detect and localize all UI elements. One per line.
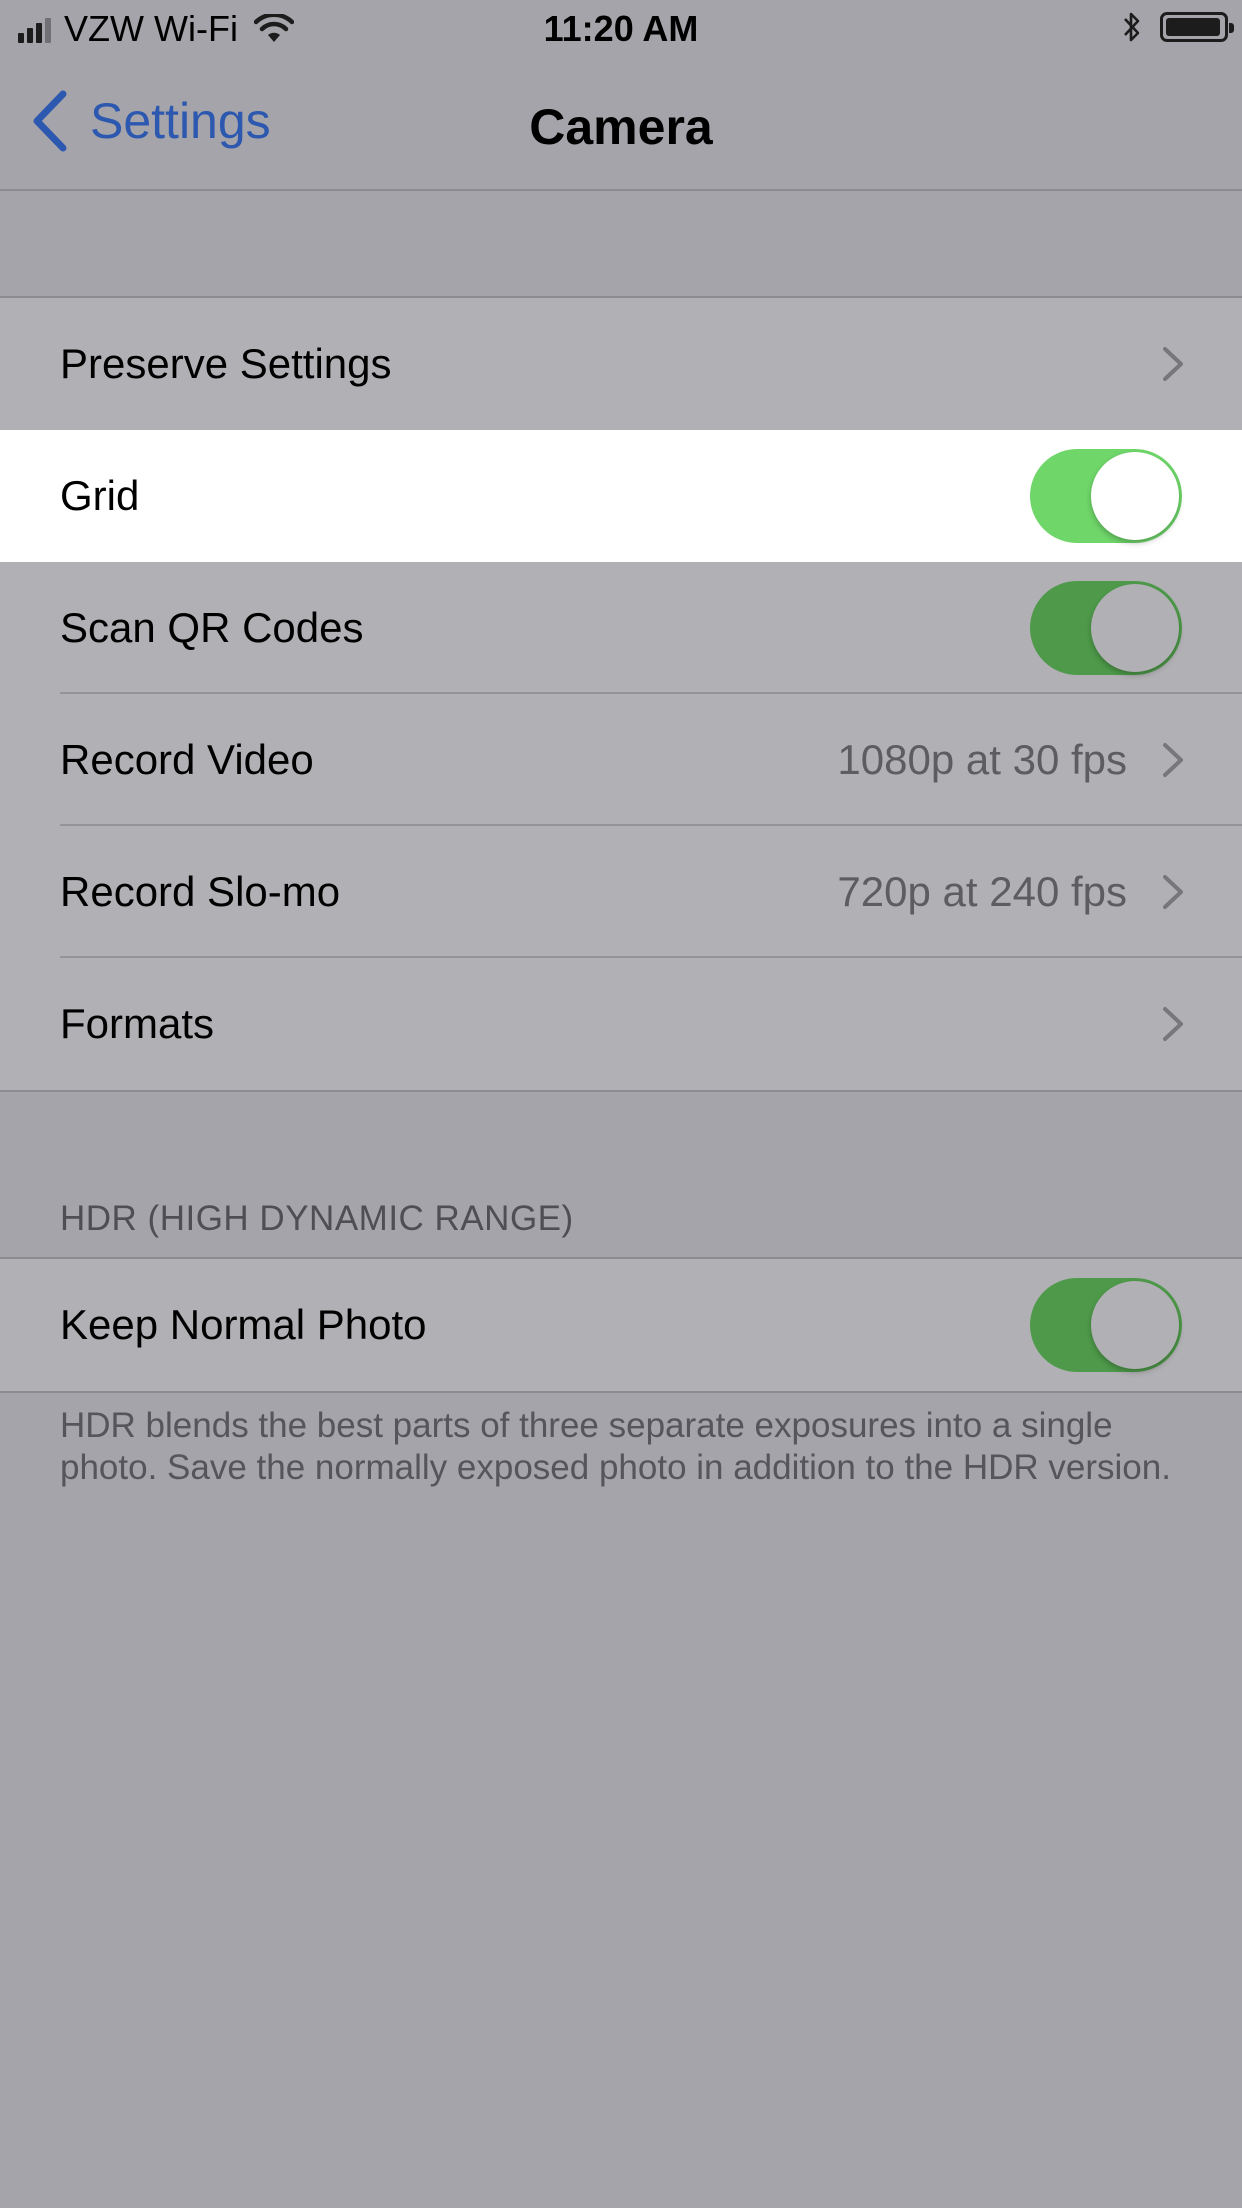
grid-row[interactable]: Grid xyxy=(0,430,1242,562)
chevron-right-icon xyxy=(1163,1007,1183,1041)
record-slo-mo-row[interactable]: Record Slo-mo 720p at 240 fps xyxy=(0,826,1242,958)
row-label: Keep Normal Photo xyxy=(60,1301,427,1348)
status-time: 11:20 AM xyxy=(543,8,699,49)
formats-row[interactable]: Formats xyxy=(0,958,1242,1090)
preserve-settings-row[interactable]: Preserve Settings xyxy=(0,298,1242,430)
row-label: Grid xyxy=(60,472,140,519)
chevron-right-icon xyxy=(1163,347,1183,381)
record-video-row[interactable]: Record Video 1080p at 30 fps xyxy=(0,694,1242,826)
chevron-right-icon xyxy=(1163,743,1183,777)
row-label: Scan QR Codes xyxy=(60,604,364,651)
battery-icon xyxy=(1160,12,1234,42)
row-label: Formats xyxy=(60,1000,215,1047)
chevron-right-icon xyxy=(1163,875,1183,909)
page-title: Camera xyxy=(529,99,713,155)
hdr-section-header: HDR (HIGH DYNAMIC RANGE) xyxy=(60,1199,574,1238)
row-value: 720p at 240 fps xyxy=(837,868,1127,915)
status-bar: VZW Wi-Fi 11:20 AM xyxy=(0,0,1242,60)
camera-settings-group: Preserve Settings Grid Scan QR Codes Rec… xyxy=(0,296,1242,1092)
row-label: Record Slo-mo xyxy=(60,868,341,915)
keep-normal-photo-row: Keep Normal Photo xyxy=(0,1259,1242,1391)
keep-normal-photo-toggle[interactable] xyxy=(1030,1278,1182,1372)
scan-qr-codes-toggle[interactable] xyxy=(1030,581,1182,675)
bluetooth-icon xyxy=(1124,12,1140,42)
hdr-settings-group: Keep Normal Photo xyxy=(0,1257,1242,1393)
status-right xyxy=(1122,10,1234,44)
row-label: Preserve Settings xyxy=(60,340,392,387)
scan-qr-codes-row: Scan QR Codes xyxy=(0,562,1242,694)
navigation-bar: Settings Camera xyxy=(0,60,1242,191)
row-label: Record Video xyxy=(60,736,314,783)
hdr-footer-note: HDR blends the best parts of three separ… xyxy=(60,1406,1171,1487)
grid-toggle[interactable] xyxy=(1030,449,1182,543)
row-value: 1080p at 30 fps xyxy=(837,736,1127,783)
